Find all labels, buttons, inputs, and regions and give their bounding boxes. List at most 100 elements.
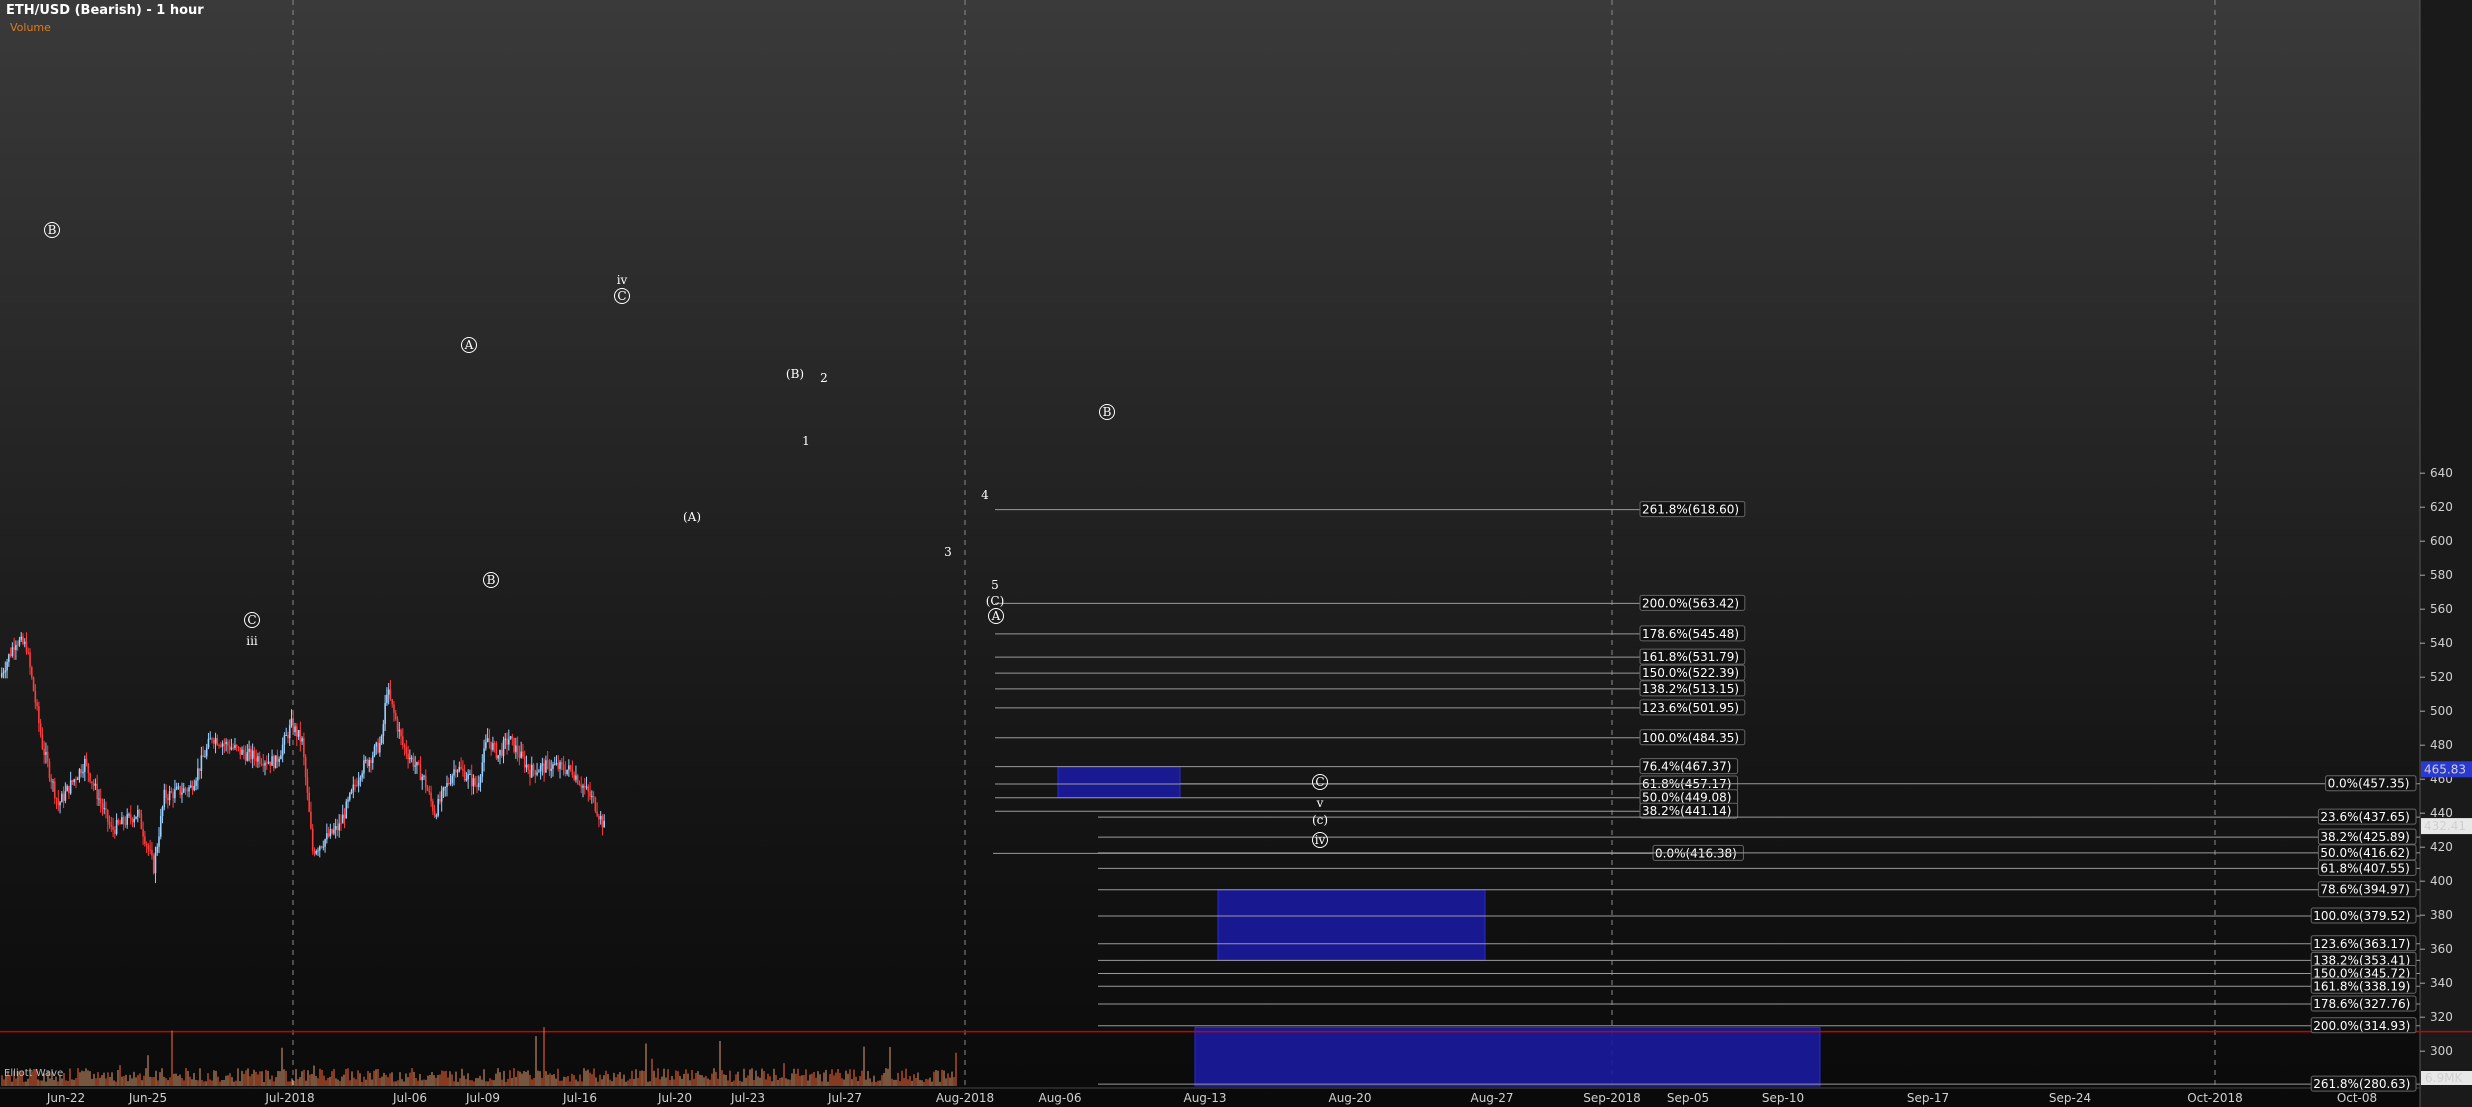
candle-body (552, 764, 554, 769)
fib-label-b: 78.6%(394.97) (2320, 883, 2409, 897)
candle-body (165, 789, 167, 798)
candle-body (168, 791, 171, 801)
candle-body (336, 826, 339, 831)
candle-body (159, 816, 162, 837)
x-tick-label: Sep-2018 (1583, 1091, 1641, 1105)
candle-body (525, 764, 528, 768)
x-tick-label: Aug-27 (1470, 1091, 1513, 1105)
wave-label: C (247, 613, 256, 627)
x-tick-label: Jul-20 (657, 1091, 692, 1105)
candle-body (241, 749, 243, 755)
candle-body (599, 816, 602, 820)
candle-body (9, 654, 12, 656)
candle-body (129, 814, 132, 819)
candle-body (228, 745, 231, 750)
wave-label: iv (1315, 833, 1326, 847)
fib-label-a: 261.8%(618.60) (1642, 503, 1739, 517)
candle-body (172, 792, 174, 799)
fib-label-a: 123.6%(501.95) (1642, 701, 1739, 715)
candle-body (246, 751, 249, 761)
candle-body (592, 796, 595, 798)
candle-body (509, 736, 512, 740)
candle-body (515, 745, 517, 752)
candle-body (405, 747, 408, 754)
candle-body (243, 749, 245, 754)
candle-body (485, 742, 487, 749)
target-zone-box (1057, 766, 1181, 799)
y-tick-label: 420 (2430, 840, 2453, 854)
candle-body (371, 755, 374, 763)
candle-body (46, 752, 49, 762)
candle-body (393, 704, 395, 713)
candle-body (347, 799, 349, 802)
candle-body (260, 763, 263, 765)
y-tick-label: 620 (2430, 500, 2453, 514)
candle-body (175, 787, 178, 790)
candle-body (39, 723, 42, 735)
candle-body (301, 738, 303, 742)
candle-body (98, 798, 100, 800)
candle-body (45, 752, 47, 755)
candle-body (239, 747, 242, 755)
candle-body (126, 814, 128, 825)
fib-label-a: 100.0%(484.35) (1642, 731, 1739, 745)
candle-body (177, 786, 180, 788)
candle-body (202, 755, 204, 757)
candle-body (529, 769, 531, 778)
candle-body (11, 647, 14, 656)
candle-body (462, 768, 464, 771)
x-tick-label: Jul-06 (392, 1091, 427, 1105)
y-tick-label: 380 (2430, 908, 2453, 922)
y-tick-label: 520 (2430, 670, 2453, 684)
candle-body (198, 768, 201, 771)
candle-body (255, 757, 257, 762)
candle-body (195, 780, 197, 786)
candle-body (366, 759, 369, 767)
candle-body (235, 745, 238, 747)
candle-body (499, 749, 501, 756)
credit-label: Elliott Wave (4, 1068, 64, 1079)
candle-body (149, 849, 151, 851)
candle-body (103, 808, 106, 810)
candle-body (497, 755, 499, 759)
candle-body (601, 816, 604, 828)
fib-label-b: 0.0%(457.35) (2328, 777, 2410, 791)
candle-body (426, 787, 429, 791)
candle-body (320, 846, 323, 848)
candle-body (87, 763, 90, 774)
candle-body (410, 757, 413, 759)
fib-label-b: 23.6%(437.65) (2320, 810, 2409, 824)
candle-body (562, 764, 565, 771)
candle-body (583, 785, 586, 788)
candle-body (476, 784, 478, 787)
candle-body (218, 745, 220, 747)
candle-body (310, 811, 312, 829)
x-tick-label: Aug-20 (1328, 1091, 1371, 1105)
candle-body (578, 783, 581, 786)
y-tick-label: 540 (2430, 636, 2453, 650)
fib-label-b: 61.8%(407.55) (2320, 861, 2409, 875)
wave-label: C (1315, 775, 1324, 789)
candle-body (548, 761, 551, 771)
candle-body (151, 850, 153, 856)
fib-label-a: 200.0%(563.42) (1642, 596, 1739, 610)
candle-body (352, 784, 355, 790)
candle-body (50, 778, 53, 783)
candle-body (589, 791, 591, 797)
candle-body (190, 785, 192, 788)
candle-body (402, 736, 404, 746)
candle-body (384, 703, 386, 725)
candle-body (15, 644, 17, 651)
candle-body (313, 851, 316, 854)
x-tick-label: Sep-24 (2049, 1091, 2091, 1105)
candle-body (253, 750, 256, 758)
wave-label: (B) (786, 367, 804, 381)
candle-body (280, 755, 282, 760)
candle-body (271, 756, 273, 766)
candle-body (193, 785, 196, 791)
candle-body (472, 778, 475, 787)
chart-canvas: 300 320 340 360 380 400 420 440 460 480 500 520 540 5… (0, 0, 2472, 1107)
candle-body (508, 739, 510, 745)
candle-body (536, 772, 538, 775)
candle-body (31, 667, 33, 678)
